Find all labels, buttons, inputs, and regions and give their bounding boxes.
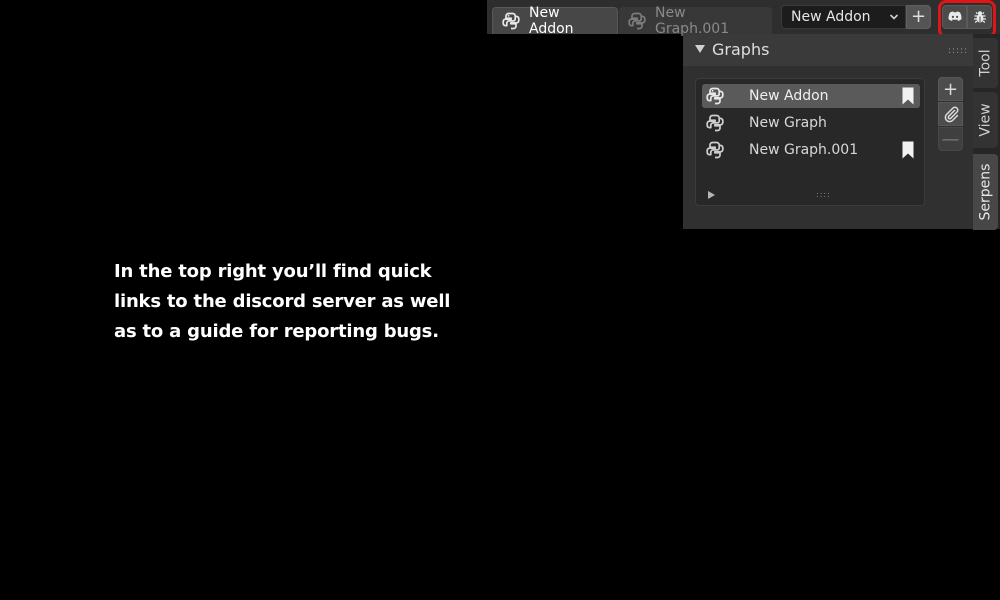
tab-label: New Addon [529,5,574,37]
tab-label: New Graph.001 [655,4,730,37]
list-item-new-graph[interactable]: New Graph [702,111,920,135]
list-item-new-addon[interactable]: New Addon [702,84,920,108]
tab-label: View [977,103,994,137]
python-icon [627,11,647,31]
python-icon [705,140,725,160]
new-addon-button[interactable]: + [906,5,931,29]
tab-new-graph-001[interactable]: New Graph.001 [619,4,772,37]
plus-icon: + [942,78,959,100]
sidebar-vertical-tabs: Tool View Serpens [973,34,1000,230]
tab-label: Serpens [977,163,994,221]
bookmark-icon[interactable] [902,87,914,105]
list-item-label: New Addon [749,88,829,104]
addon-select-dropdown[interactable]: New Addon [781,5,906,29]
tab-new-addon[interactable]: New Addon [492,5,618,37]
list-item-label: New Graph [749,115,827,131]
tutorial-caption: In the top right you’ll find quick links… [114,257,474,347]
addon-select-value: New Addon [791,9,871,25]
caption-line: as to a guide for reporting bugs. [114,321,439,342]
tab-serpens[interactable]: Serpens [973,154,998,230]
resize-handle-icon[interactable]: :::: [816,190,831,199]
panel-title: Graphs [712,40,770,59]
list-item-label: New Graph.001 [749,142,859,158]
minus-icon: — [941,128,960,150]
graphs-panel: Graphs ::::: New Addon New Graph New Gra… [683,34,973,229]
list-item-new-graph-001[interactable]: New Graph.001 [702,138,920,162]
python-icon [705,86,725,106]
caption-line: links to the discord server as well [114,291,451,312]
drag-handle-icon[interactable]: ::::: [948,46,968,56]
expand-filter-triangle-icon[interactable] [708,191,715,199]
add-graph-button[interactable]: + [938,77,963,101]
chevron-down-icon [889,14,899,20]
quick-links-highlight [938,0,996,38]
bookmark-icon[interactable] [902,141,914,159]
graphs-panel-header[interactable]: Graphs ::::: [683,34,973,66]
tab-label: Tool [977,49,994,77]
remove-graph-button[interactable]: — [938,127,963,151]
python-icon [705,113,725,133]
collapse-triangle-icon[interactable] [695,45,705,53]
paperclip-icon [944,106,958,123]
tab-view[interactable]: View [973,92,998,148]
caption-line: In the top right you’ll find quick [114,261,432,282]
attach-graph-button[interactable] [938,102,963,126]
graphs-list: New Addon New Graph New Graph.001:::: [695,78,925,206]
tab-tool[interactable]: Tool [973,38,998,88]
python-icon [501,11,521,31]
node-editor-header: New Addon New Graph.001 New Addon + [487,0,1000,38]
plus-icon: + [910,6,927,27]
